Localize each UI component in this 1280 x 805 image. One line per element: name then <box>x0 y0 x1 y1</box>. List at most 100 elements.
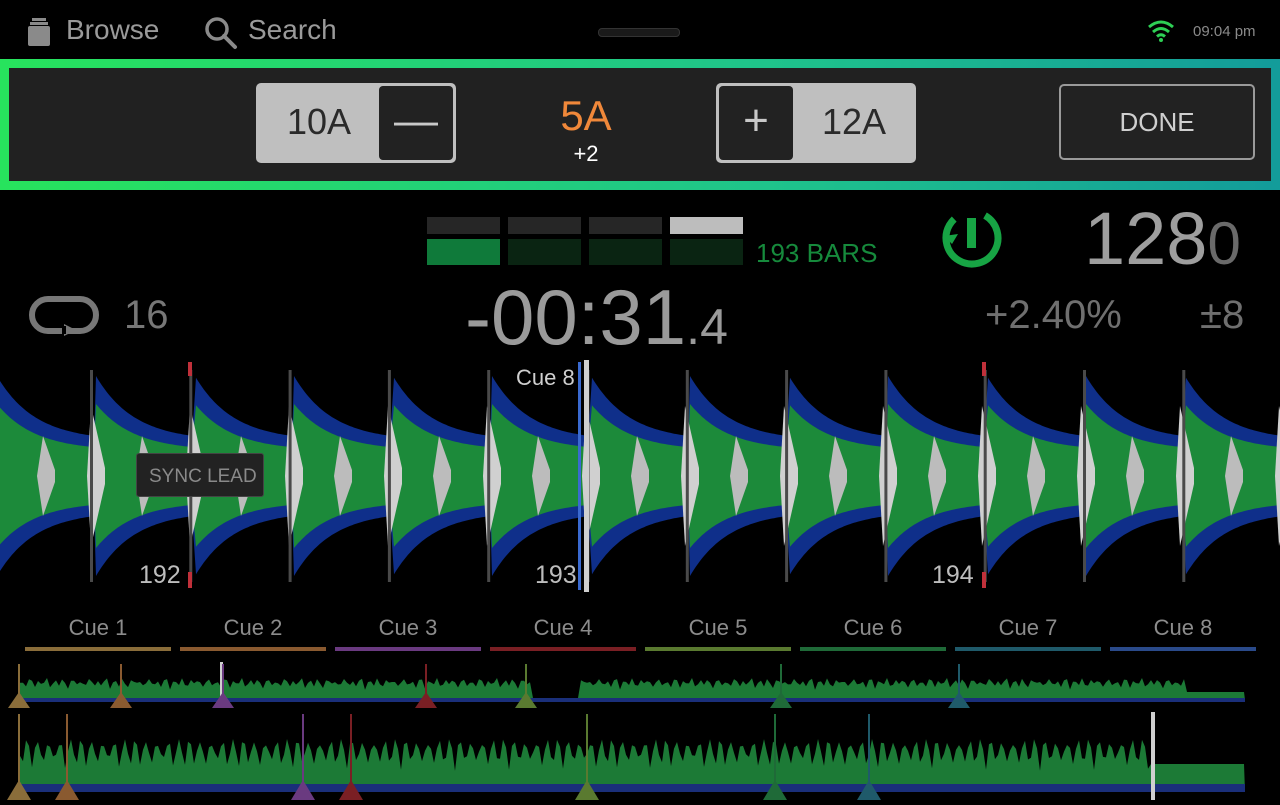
search-label: Search <box>248 14 337 45</box>
search-button[interactable]: Search <box>204 12 354 52</box>
cue-pad-label: Cue 1 <box>68 615 128 640</box>
cue-pad-label: Cue 4 <box>533 615 593 640</box>
beat-grid-line <box>487 370 491 582</box>
phase-top-1 <box>427 217 500 234</box>
phase-top-2 <box>508 217 581 234</box>
zoom-cue-line <box>18 714 20 784</box>
browse-icon <box>28 18 50 46</box>
cue-pad-label: Cue 6 <box>843 615 903 640</box>
beat-grid-line <box>785 370 789 582</box>
zoom-playhead <box>1151 712 1155 800</box>
loop-icon[interactable] <box>28 294 100 341</box>
cue-pad-label: Cue 8 <box>1153 615 1213 640</box>
minus-icon: — <box>394 96 438 145</box>
lower-key-label[interactable]: 10A <box>287 101 351 143</box>
phase-bottom-3 <box>589 239 662 265</box>
beat-grid-line <box>884 370 888 582</box>
cue-pad-label: Cue 7 <box>998 615 1058 640</box>
zoomed-overview-canvas <box>7 712 1245 800</box>
sync-icon[interactable] <box>940 206 1004 275</box>
bar-number-193: 193 <box>535 561 577 589</box>
bpm-decimal: 0 <box>1207 210 1241 277</box>
key-up-button[interactable]: + <box>719 86 793 160</box>
plus-icon: + <box>743 96 769 145</box>
higher-key-label[interactable]: 12A <box>822 101 886 143</box>
cue-pad-color-bar <box>955 647 1101 651</box>
cue-pad-label: Cue 2 <box>223 615 283 640</box>
overview-low <box>20 698 1245 702</box>
done-button[interactable]: DONE <box>1059 84 1255 160</box>
zoom-cue-line <box>774 714 776 784</box>
cue-pad-color-bar <box>800 647 946 651</box>
cue-pad-7[interactable]: Cue 7 <box>955 615 1101 651</box>
bar-marker <box>982 572 986 588</box>
overview-canvas <box>8 662 1245 708</box>
sync-lead-label: SYNC LEAD <box>149 466 257 487</box>
bar-marker <box>188 572 192 588</box>
phase-bottom-4 <box>670 239 743 265</box>
panel-grabber[interactable] <box>598 28 680 37</box>
key-down-button[interactable]: — <box>379 86 453 160</box>
beat-grid-line <box>1083 370 1086 582</box>
cue-8-marker <box>578 362 581 590</box>
cue-pad-color-bar <box>335 647 481 651</box>
cue-pad-6[interactable]: Cue 6 <box>800 615 946 651</box>
cue-pad-color-bar <box>645 647 791 651</box>
zoom-cue-line <box>66 714 68 784</box>
wave-transient <box>1275 406 1280 546</box>
search-icon <box>204 16 238 55</box>
time-remaining-main: -00:31 <box>465 273 687 361</box>
clock: 09:04 pm <box>1193 23 1256 40</box>
current-key: 5A <box>560 92 612 139</box>
key-offset: +2 <box>573 141 599 166</box>
browse-button[interactable]: Browse <box>26 12 176 52</box>
beat-grid-line <box>685 370 689 582</box>
bpm-main: 128 <box>1084 197 1208 280</box>
phase-bottom-1 <box>427 239 500 265</box>
beat-grid-line <box>1182 370 1186 582</box>
wifi-icon <box>1147 20 1175 47</box>
cue-pad-label: Cue 5 <box>688 615 748 640</box>
bar-number-194: 194 <box>932 561 974 589</box>
cue-pad-color-bar <box>25 647 171 651</box>
cue-pad-3[interactable]: Cue 3 <box>335 615 481 651</box>
beat-grid-line <box>983 370 987 582</box>
cue-pad-4[interactable]: Cue 4 <box>490 615 636 651</box>
browse-label: Browse <box>66 14 160 45</box>
pitch-range[interactable]: ±8 <box>1200 293 1244 338</box>
loop-size[interactable]: 16 <box>124 293 169 338</box>
zoom-cue-line <box>586 714 588 784</box>
pitch-percent[interactable]: +2.40% <box>985 293 1122 338</box>
cue-pad-1[interactable]: Cue 1 <box>25 615 171 651</box>
zoom-cue-line <box>302 714 304 784</box>
sync-lead-badge[interactable]: SYNC LEAD <box>136 453 264 497</box>
zoom-low <box>20 784 1245 792</box>
phase-top-4 <box>670 217 743 234</box>
zoom-cue-line <box>350 714 352 784</box>
cue-pad-2[interactable]: Cue 2 <box>180 615 326 651</box>
time-remaining-tenths: .4 <box>686 299 728 355</box>
overview-waveform[interactable] <box>0 660 1280 708</box>
cue-pad-color-bar <box>180 647 326 651</box>
playhead <box>584 360 589 592</box>
phase-top-3 <box>589 217 662 234</box>
cue-pad-color-bar <box>490 647 636 651</box>
beat-grid-line <box>288 370 292 582</box>
cue-marker-label: Cue 8 <box>516 365 575 390</box>
bpm-display: 1280 <box>1084 196 1241 281</box>
phase-bottom-2 <box>508 239 581 265</box>
cue-pad-label: Cue 3 <box>378 615 438 640</box>
phase-meter <box>427 217 747 267</box>
bar-number-192: 192 <box>139 561 181 589</box>
time-remaining: -00:31.4 <box>465 272 728 363</box>
bar-marker <box>982 362 986 376</box>
cue-pad-5[interactable]: Cue 5 <box>645 615 791 651</box>
cue-pad-8[interactable]: Cue 8 <box>1110 615 1256 651</box>
bar-marker <box>188 362 192 376</box>
beat-grid-line <box>387 370 391 582</box>
zoomed-overview-waveform[interactable] <box>0 712 1280 800</box>
beat-grid-line <box>90 370 93 582</box>
bars-remaining: 193 BARS <box>756 238 878 268</box>
zoom-cue-line <box>868 714 870 784</box>
cue-pad-color-bar <box>1110 647 1256 651</box>
